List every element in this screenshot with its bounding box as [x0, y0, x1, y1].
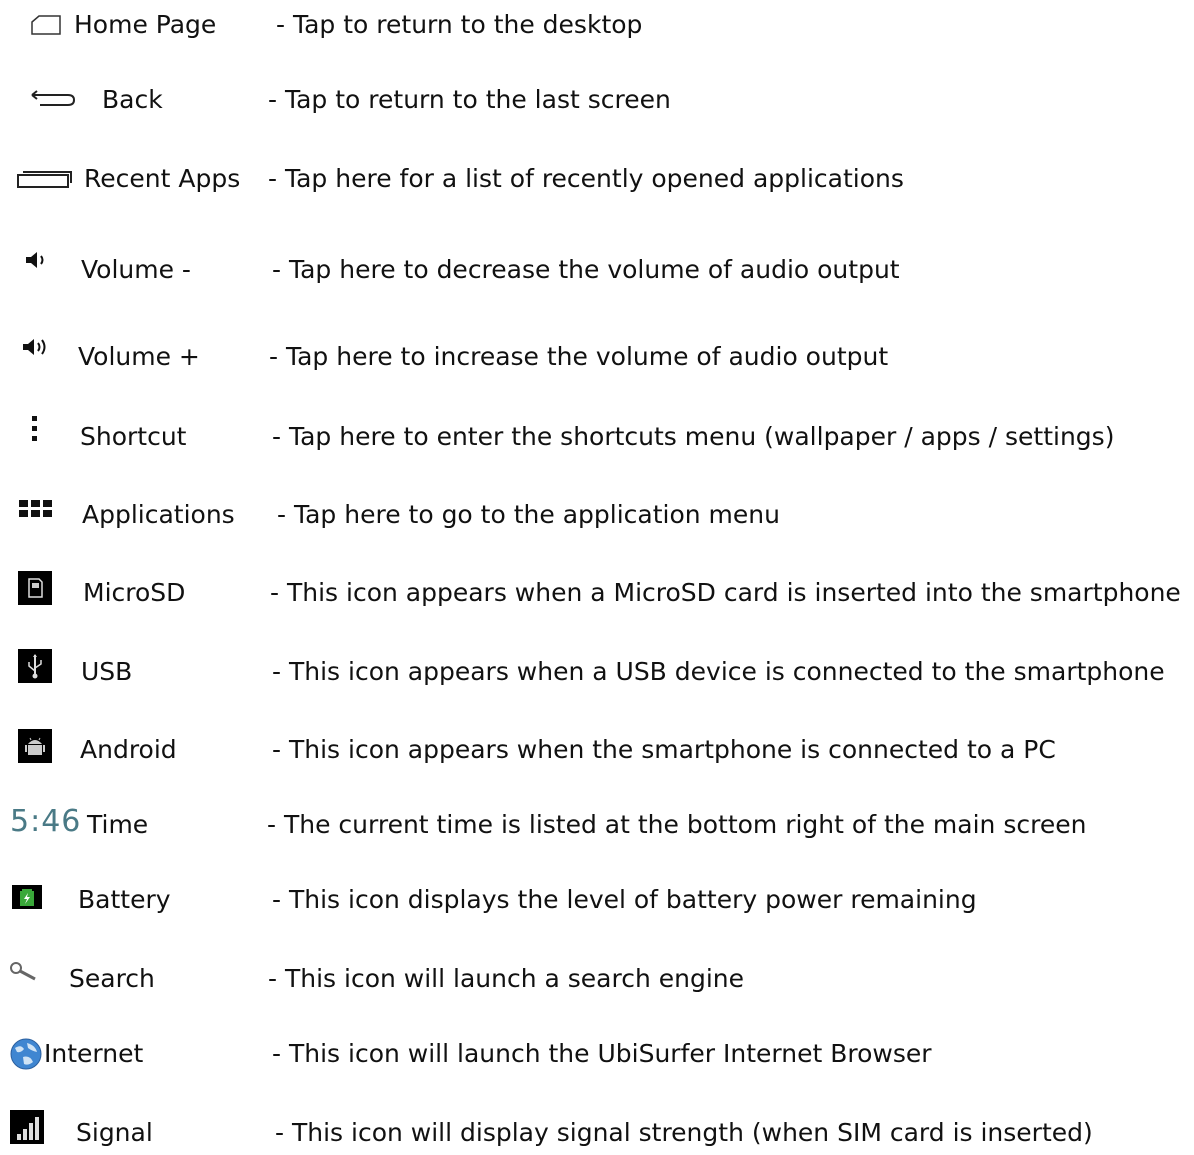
item-description: - Tap here to enter the shortcuts menu (… [272, 422, 1115, 451]
item-label: Android [80, 735, 177, 764]
item-label: MicroSD [83, 578, 186, 607]
legend-row-back: Back - Tap to return to the last screen [0, 78, 1194, 122]
item-description: - Tap to return to the desktop [276, 10, 643, 39]
item-label: Home Page [74, 10, 217, 39]
item-label: Time [87, 810, 149, 839]
item-description: - The current time is listed at the bott… [267, 810, 1087, 839]
legend-row-signal: Signal - This icon will display signal s… [0, 1110, 1194, 1155]
battery-icon [12, 876, 44, 920]
legend-row-time: 5:46 Time - The current time is listed a… [0, 803, 1194, 847]
item-label: Signal [76, 1118, 153, 1147]
legend-row-volume-down: Volume - - Tap here to decrease the volu… [0, 248, 1194, 292]
item-description: - This icon will display signal strength… [275, 1118, 1093, 1147]
item-label: Internet [44, 1039, 144, 1068]
legend-row-search: Search - This icon will launch a search … [0, 957, 1194, 1001]
legend-row-internet: Internet - This icon will launch the Ubi… [0, 1032, 1194, 1076]
signal-icon [10, 1105, 44, 1149]
item-description: - This icon appears when a MicroSD card … [270, 578, 1181, 607]
item-description: - This icon displays the level of batter… [272, 885, 977, 914]
legend-row-android: Android - This icon appears when the sma… [0, 728, 1194, 772]
item-label: Applications [82, 500, 235, 529]
volume-down-icon [24, 238, 50, 282]
item-description: - Tap here for a list of recently opened… [268, 164, 904, 193]
android-icon [18, 724, 52, 768]
item-label: Back [102, 85, 163, 114]
legend-row-shortcut: Shortcut - Tap here to enter the shortcu… [0, 415, 1194, 459]
home-icon [30, 3, 62, 47]
item-label: Recent Apps [84, 164, 241, 193]
microsd-icon [18, 566, 52, 610]
item-description: - This icon appears when the smartphone … [272, 735, 1056, 764]
item-description: - This icon will launch a search engine [268, 964, 745, 993]
item-description: - This icon appears when a USB device is… [272, 657, 1165, 686]
legend-row-applications: Applications - Tap here to go to the app… [0, 493, 1194, 537]
legend-row-usb: USB - This icon appears when a USB devic… [0, 649, 1194, 694]
item-description: - This icon will launch the UbiSurfer In… [272, 1039, 932, 1068]
clock-icon: 5:46 [10, 804, 82, 839]
usb-icon [18, 644, 52, 688]
legend-row-recent-apps: Recent Apps - Tap here for a list of rec… [0, 157, 1194, 201]
item-description: - Tap here to decrease the volume of aud… [272, 255, 900, 284]
item-label: Search [69, 964, 155, 993]
item-label: Volume - [81, 255, 191, 284]
legend-row-battery: Battery - This icon displays the level o… [0, 878, 1194, 922]
item-description: - Tap here to go to the application menu [277, 500, 780, 529]
item-description: - Tap here to increase the volume of aud… [269, 342, 889, 371]
item-label: Shortcut [80, 422, 187, 451]
item-label: Battery [78, 885, 171, 914]
recent-apps-icon [15, 157, 73, 201]
legend-row-microsd: MicroSD - This icon appears when a Micro… [0, 571, 1194, 615]
volume-up-icon [21, 325, 51, 369]
legend-row-volume-up: Volume + - Tap here to increase the volu… [0, 335, 1194, 379]
menu-dots-icon [31, 407, 39, 451]
search-icon [8, 949, 38, 993]
globe-icon [9, 1032, 43, 1076]
item-label: USB [81, 657, 133, 686]
item-description: - Tap to return to the last screen [268, 85, 671, 114]
item-label: Volume + [78, 342, 200, 371]
apps-grid-icon [19, 487, 55, 531]
back-icon [28, 78, 78, 122]
legend-row-home: Home Page - Tap to return to the desktop [0, 3, 1194, 47]
